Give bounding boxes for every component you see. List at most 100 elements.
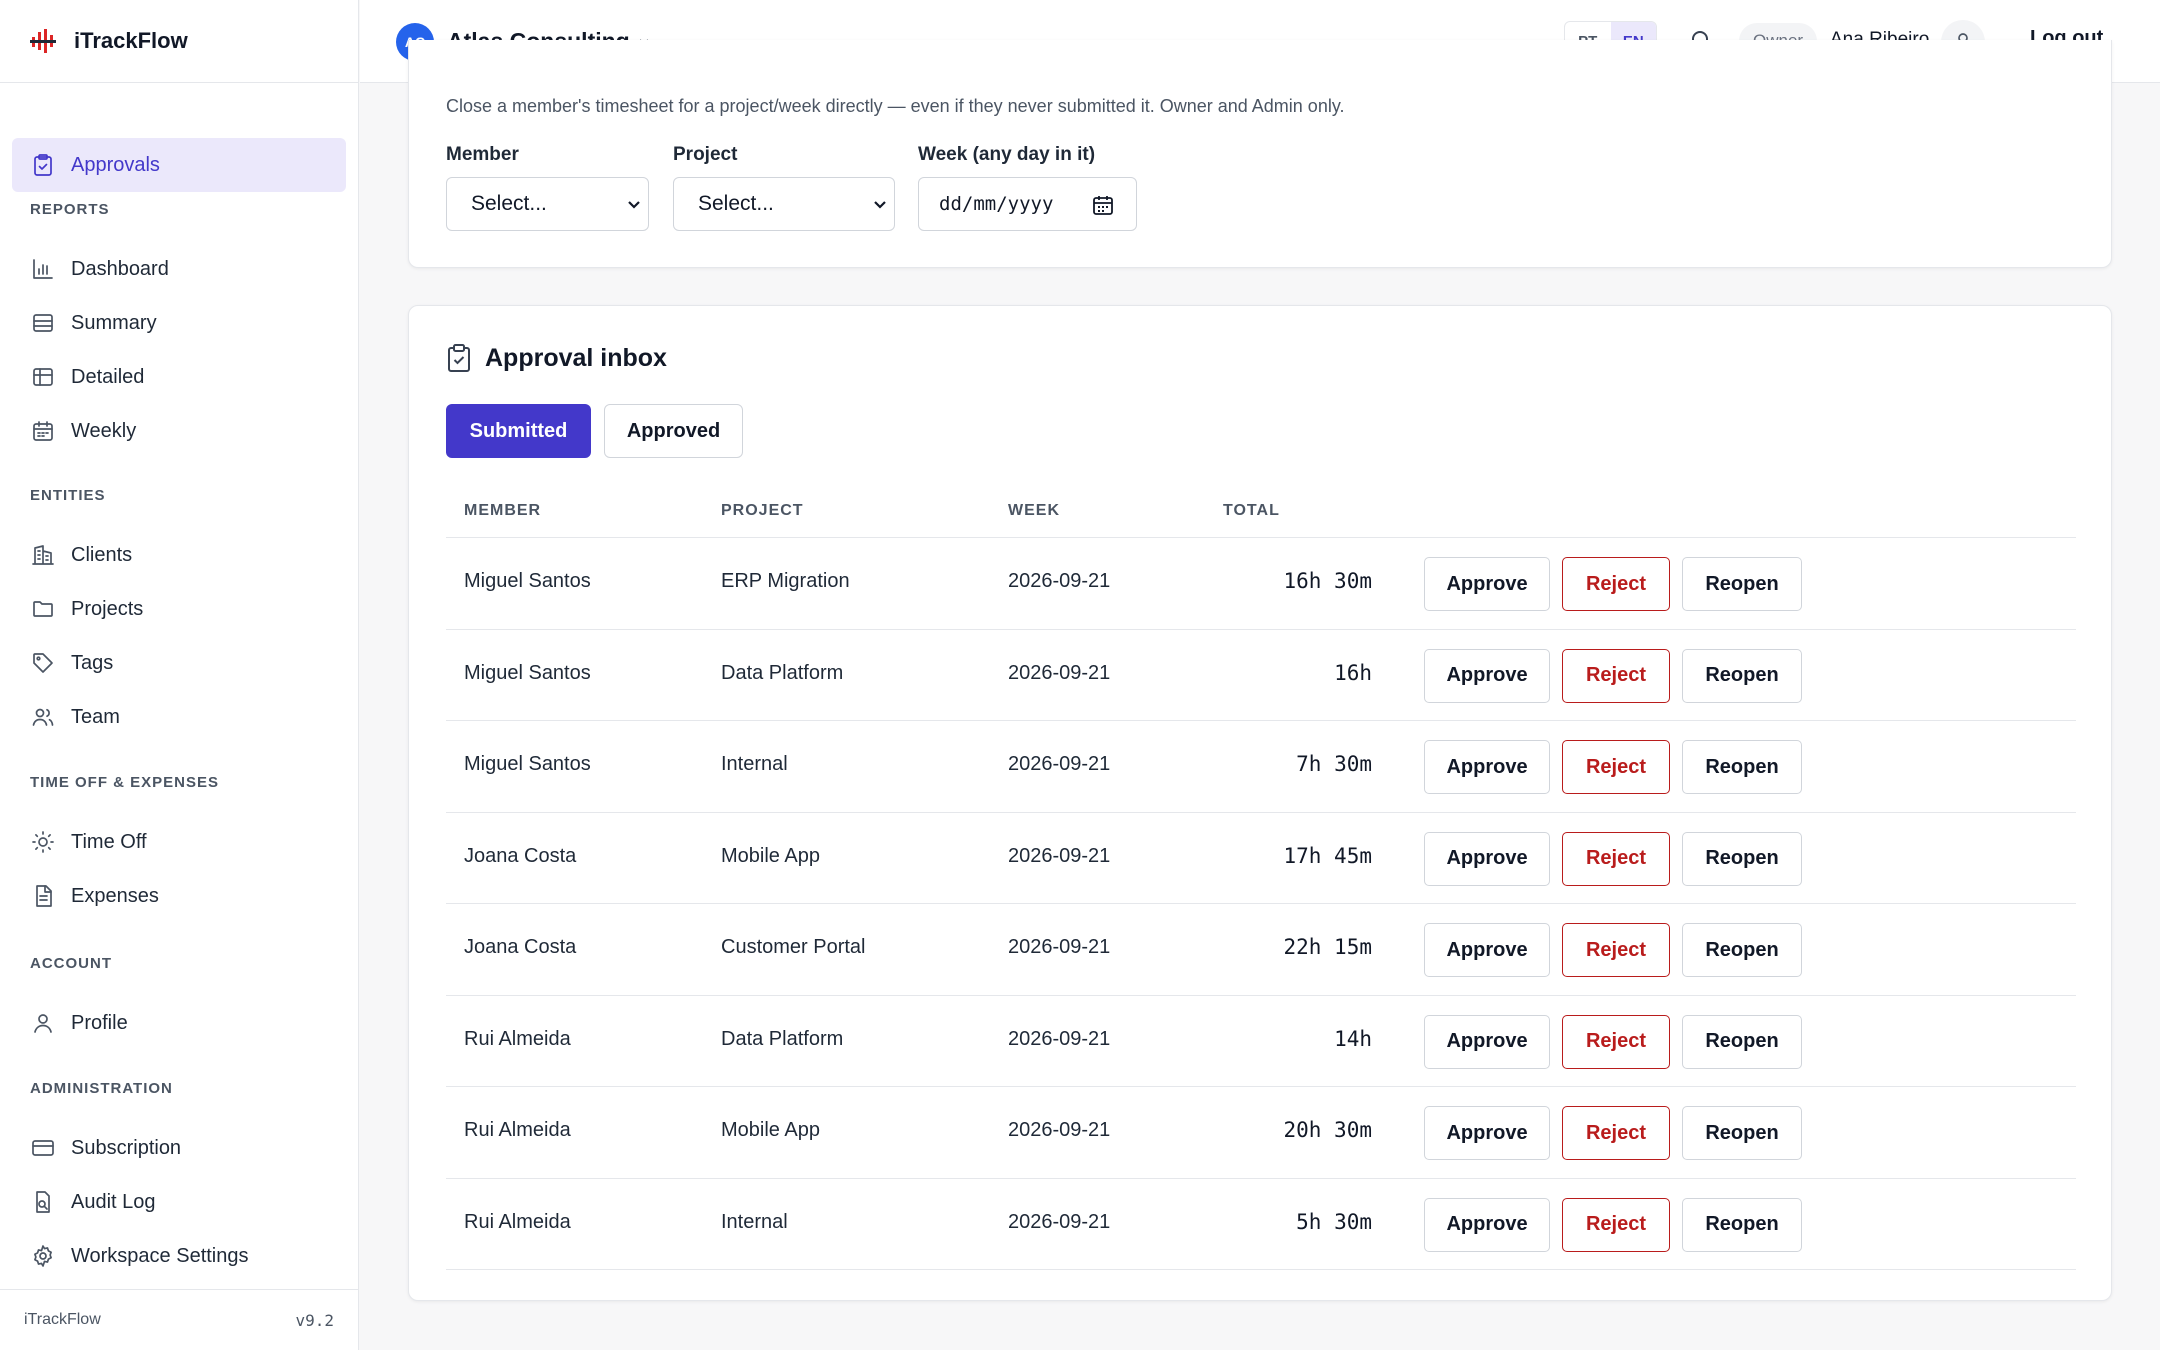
sidebar-item-label: Expenses [71,884,159,907]
sidebar-item-label: Time Off [71,830,147,853]
tab-approved[interactable]: Approved [604,404,743,458]
calendar-icon[interactable] [1092,194,1114,216]
cell-member: Miguel Santos [464,570,591,592]
sidebar-item-workspace-settings[interactable]: Workspace Settings [12,1229,346,1283]
cell-week: 2026-09-21 [1008,844,1111,867]
sidebar-item-approvals[interactable]: Approvals [12,138,346,192]
table-row: Rui Almeida Data Platform 2026-09-21 14h App… [446,996,2076,1087]
users-icon [30,704,56,730]
reopen-button[interactable]: Reopen [1682,831,1802,886]
reject-button[interactable]: Reject [1562,557,1670,611]
tag-icon [30,650,56,676]
reopen-button[interactable]: Reopen [1682,648,1802,703]
approve-button[interactable]: Approve [1424,557,1550,611]
tab-submitted[interactable]: Submitted [446,404,591,458]
clipboard-check-icon [448,344,470,372]
sidebar-item-team[interactable]: Team [12,690,346,744]
approve-button[interactable]: Approve [1424,740,1550,794]
sidebar-item-label: Audit Log [71,1190,156,1213]
reject-button[interactable]: Reject [1562,923,1670,977]
credit-card-icon [30,1135,56,1161]
clipboard-check-icon [30,152,56,178]
sidebar-section-title: TIME OFF & EXPENSES [30,774,220,791]
cell-total: 16h 30m [1283,569,1372,593]
brand[interactable]: iTrackFlow [0,0,358,83]
reject-button[interactable]: Reject [1562,740,1670,794]
sidebar-item-clients[interactable]: Clients [12,528,346,582]
approve-button[interactable]: Approve [1424,831,1550,886]
cell-member: Miguel Santos [464,753,591,775]
cell-project: ERP Migration [721,570,850,592]
cell-total: 17h 45m [1283,843,1372,868]
project-select[interactable]: Select... [673,177,895,231]
app-version: v9.2 [295,1310,334,1330]
chevron-down-icon [874,201,886,209]
reject-button[interactable]: Reject [1562,1014,1670,1069]
sidebar-item-label: Dashboard [71,257,169,280]
gear-icon [30,1243,56,1269]
sidebar-item-profile[interactable]: Profile [12,996,346,1050]
reject-button[interactable]: Reject [1562,831,1670,886]
sidebar-item-weekly[interactable]: Weekly [12,404,346,458]
cell-project: Data Platform [721,661,844,684]
sidebar-item-label: Clients [71,543,133,566]
table-row: Miguel Santos Internal 2026-09-21 7h 30m App… [446,721,2076,813]
sidebar-item-tags[interactable]: Tags [12,636,346,690]
cell-project: Mobile App [721,844,820,867]
sidebar-section-title: GOVERNANCE [30,83,148,87]
approval-table-body: Miguel Santos ERP Migration 2026-09-21 16h … [446,538,2076,1270]
column-header-member: MEMBER [464,502,542,519]
reject-button[interactable]: Reject [1562,1106,1670,1160]
table-icon [30,364,56,390]
sun-icon [30,829,56,855]
reject-button[interactable]: Reject [1562,1197,1670,1252]
building-icon [30,542,56,568]
receipt-icon [30,883,56,909]
approve-button[interactable]: Approve [1424,1014,1550,1069]
member-select-value: Select... [471,192,547,215]
calendar-icon [30,418,56,444]
sidebar-item-label: Workspace Settings [71,1244,249,1267]
cell-member: Rui Almeida [464,1027,571,1050]
audit-icon [30,1189,56,1215]
cell-member: Miguel Santos [464,661,591,684]
cell-total: 20h 30m [1283,1118,1372,1142]
reopen-button[interactable]: Reopen [1682,740,1802,794]
reopen-button[interactable]: Reopen [1682,1197,1802,1252]
sidebar-item-summary[interactable]: Summary [12,296,346,350]
cell-week: 2026-09-21 [1008,1210,1111,1233]
sidebar-item-time-off[interactable]: Time Off [12,815,346,869]
table-header: MEMBER PROJECT WEEK TOTAL [446,486,2076,538]
member-select[interactable]: Select... [446,177,649,231]
cell-member: Joana Costa [464,936,577,958]
sidebar-item-dashboard[interactable]: Dashboard [12,242,346,296]
brand-logo-icon [30,29,56,53]
cell-member: Joana Costa [464,844,577,867]
reopen-button[interactable]: Reopen [1682,1106,1802,1160]
sidebar-item-projects[interactable]: Projects [12,582,346,636]
reopen-button[interactable]: Reopen [1682,923,1802,977]
brand-name: iTrackFlow [74,28,188,53]
table-row: Rui Almeida Internal 2026-09-21 5h 30m Appro… [446,1179,2076,1270]
sidebar-item-audit-log[interactable]: Audit Log [12,1175,346,1229]
sidebar-item-detailed[interactable]: Detailed [12,350,346,404]
reject-button[interactable]: Reject [1562,648,1670,703]
cell-member: Rui Almeida [464,1210,571,1233]
sidebar-item-expenses[interactable]: Expenses [12,869,346,923]
column-header-week: WEEK [1008,502,1060,519]
cell-total: 7h 30m [1296,752,1372,776]
footer-app-name: iTrackFlow [24,1311,101,1328]
approve-button[interactable]: Approve [1424,648,1550,703]
sidebar-item-subscription[interactable]: Subscription [12,1121,346,1175]
reopen-button[interactable]: Reopen [1682,557,1802,611]
sidebar-item-label: Detailed [71,365,145,388]
cell-week: 2026-09-21 [1008,1027,1111,1050]
sidebar-footer: iTrackFlow v9.2 [0,1289,358,1350]
reopen-button[interactable]: Reopen [1682,1014,1802,1069]
approve-button[interactable]: Approve [1424,1197,1550,1252]
approve-button[interactable]: Approve [1424,1106,1550,1160]
week-date-input[interactable]: dd/mm/yyyy [918,177,1137,231]
summary-icon [30,310,56,336]
approve-button[interactable]: Approve [1424,923,1550,977]
sidebar-section-title: REPORTS [30,201,110,218]
